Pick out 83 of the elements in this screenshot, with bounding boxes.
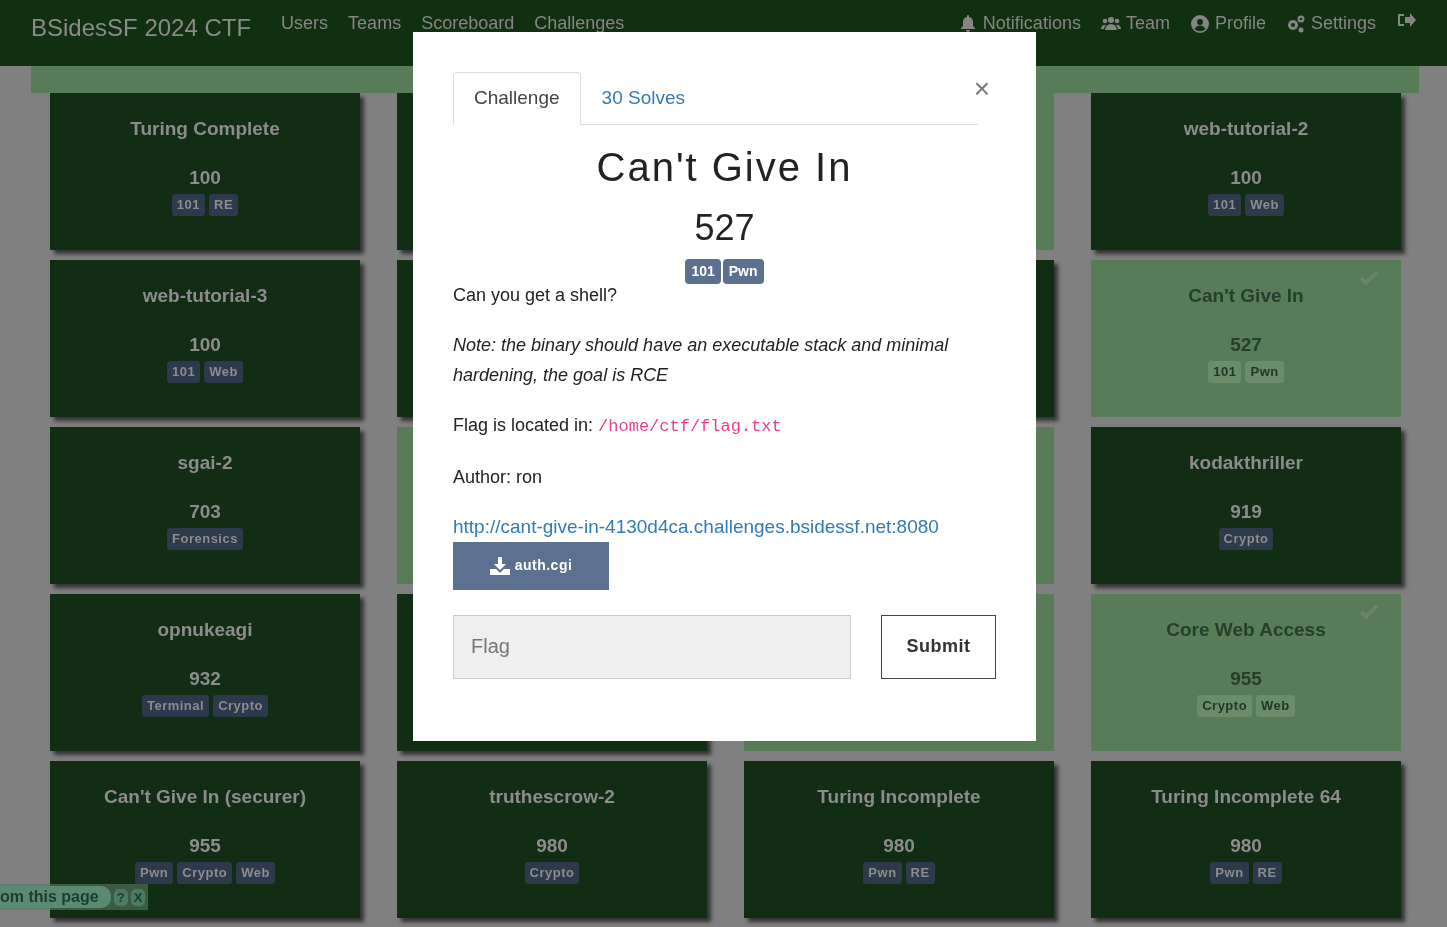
challenge-points: 955 — [1229, 666, 1263, 691]
challenge-name: Turing Incomplete — [816, 785, 982, 809]
challenge-name: kodakthriller — [1187, 451, 1304, 475]
nav-link[interactable]: Profile — [1189, 10, 1266, 37]
category-tag: Crypto — [524, 862, 580, 884]
challenge-card[interactable]: Core Web Access 955 Crypto Web — [1091, 594, 1401, 751]
challenge-card[interactable]: opnukeagi 932 Terminal Crypto — [50, 594, 360, 751]
challenge-points: 703 — [188, 499, 222, 524]
category-tag: Crypto — [213, 695, 269, 717]
challenge-name: opnukeagi — [156, 618, 254, 642]
challenge-points: 980 — [1229, 833, 1263, 858]
nav-link[interactable]: Team — [1100, 10, 1170, 37]
challenge-card[interactable]: Turing Incomplete 64 980 Pwn RE — [1091, 761, 1401, 918]
category-tag: 101 — [685, 258, 721, 284]
challenge-points: 980 — [882, 833, 916, 858]
flag-input[interactable]: Flag — [453, 614, 851, 679]
challenge-name: Core Web Access — [1165, 618, 1327, 642]
category-tag: RE — [1252, 862, 1282, 884]
category-tag: Terminal — [141, 695, 210, 717]
category-tag: Crypto — [1197, 695, 1253, 717]
description-text: Can you get a shell? — [453, 283, 619, 307]
category-tag: Web — [1256, 695, 1295, 717]
challenge-points: 527 — [693, 205, 756, 250]
challenge-points: 100 — [188, 332, 222, 357]
nav-link[interactable]: Notifications — [957, 10, 1081, 37]
challenge-name: Can't Give In — [1187, 284, 1305, 308]
dialog-tab[interactable]: 30 Solves — [580, 72, 707, 125]
description-note: Note: the binary should have an executable stack and minimal hardening, the goal is RCE — [453, 333, 950, 387]
challenge-points: 955 — [188, 833, 222, 858]
challenge-name: web-tutorial-3 — [141, 284, 269, 308]
challenge-card[interactable]: sgai-2 703 Forensics — [50, 427, 360, 584]
category-tag: 101 — [167, 361, 201, 383]
challenge-link[interactable]: http://cant-give-in-4130d4ca.challenges.bsidessf.net:8080 — [453, 515, 939, 537]
category-tag: Web — [1245, 194, 1284, 216]
nav-link[interactable]: Settings — [1285, 10, 1376, 37]
category-tag: Pwn — [863, 862, 902, 884]
category-tag: 101 — [1208, 361, 1242, 383]
challenge-card[interactable]: truthescrow-2 980 Crypto — [397, 761, 707, 918]
category-tag: 101 — [1208, 194, 1242, 216]
challenge-name: Can't Give In (securer) — [103, 785, 307, 809]
dialog-tab[interactable]: Challenge — [453, 72, 581, 125]
download-icon — [489, 556, 510, 575]
category-tag: Crypto — [1218, 528, 1274, 550]
category-tag: Pwn — [722, 258, 764, 284]
challenge-card[interactable]: web-tutorial-3 100 101 Web — [50, 260, 360, 417]
challenge-points: 527 — [1229, 332, 1263, 357]
nav-link[interactable]: Users — [281, 10, 329, 37]
challenge-points: 100 — [188, 165, 222, 190]
challenge-points: 932 — [188, 666, 222, 691]
challenge-name: web-tutorial-2 — [1182, 117, 1310, 141]
challenge-name: Turing Complete — [129, 117, 281, 141]
gears-icon — [1285, 13, 1306, 34]
category-tag: Pwn — [135, 862, 174, 884]
challenge-card[interactable]: Turing Complete 100 101 RE — [50, 93, 360, 250]
challenge-points: 980 — [535, 833, 569, 858]
challenge-points: 919 — [1229, 499, 1263, 524]
challenge-points: 100 — [1229, 165, 1263, 190]
category-tag: Pwn — [1210, 862, 1249, 884]
category-tag: Web — [236, 862, 275, 884]
brand-title: BSidesSF 2024 CTF — [31, 13, 252, 43]
category-tag: RE — [209, 194, 239, 216]
challenge-name: truthescrow-2 — [488, 785, 616, 809]
category-tag: Web — [204, 361, 243, 383]
challenge-title: Can't Give In — [595, 143, 854, 191]
category-tag: 101 — [171, 194, 206, 216]
challenge-card[interactable]: Turing Incomplete 980 Pwn RE — [744, 761, 1054, 918]
category-tag: Crypto — [177, 862, 233, 884]
challenge-card[interactable]: web-tutorial-2 100 101 Web — [1091, 93, 1401, 250]
submit-button[interactable]: Submit — [881, 614, 996, 679]
category-tag: Pwn — [1245, 361, 1284, 383]
challenge-name: Turing Incomplete 64 — [1150, 785, 1342, 809]
challenge-card[interactable]: Can't Give In 527 101 Pwn — [1091, 260, 1401, 417]
download-button[interactable]: auth.cgi — [453, 541, 609, 590]
close-button[interactable]: × — [967, 74, 996, 104]
translate-text: om this page — [0, 886, 111, 908]
description-text: Author: ron — [453, 465, 544, 489]
user-circle-icon — [1189, 13, 1210, 34]
category-tag: RE — [905, 862, 935, 884]
challenge-card[interactable]: kodakthriller 919 Crypto — [1091, 427, 1401, 584]
challenge-name: sgai-2 — [176, 451, 234, 475]
flag-location-text: Flag is located in: /home/ctf/flag.txt — [453, 413, 783, 438]
nav-link[interactable]: Teams — [348, 10, 402, 37]
category-tag: Forensics — [167, 528, 243, 550]
